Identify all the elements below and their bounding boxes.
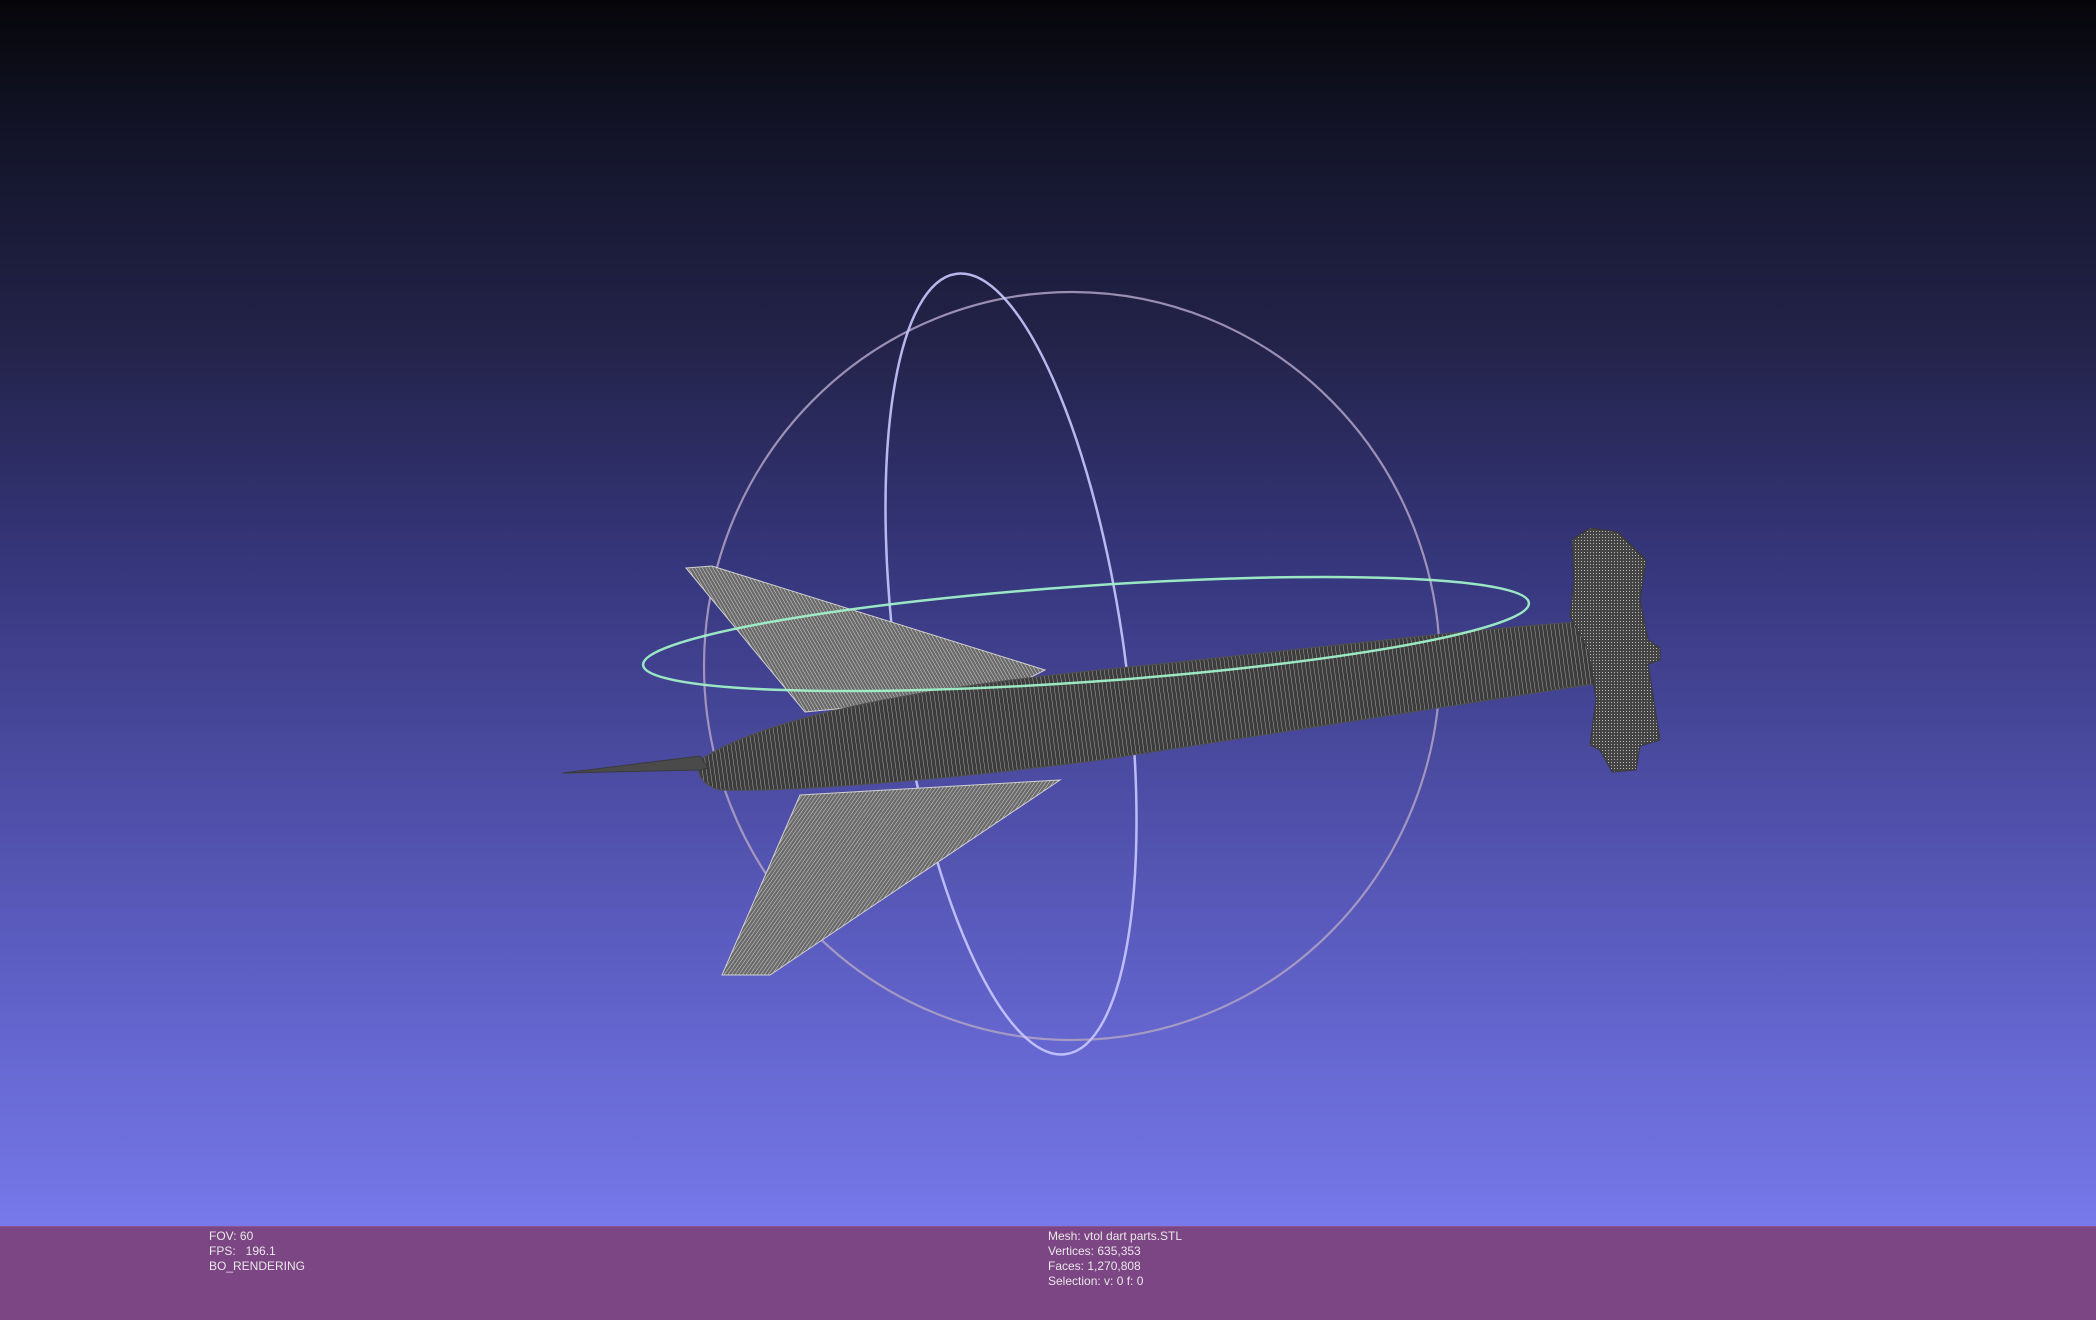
vertices-readout: Vertices: 635,353 (1048, 1244, 1141, 1258)
selection-readout: Selection: v: 0 f: 0 (1048, 1274, 1144, 1288)
nose-probe (562, 755, 709, 774)
mesh-name-readout: Mesh: vtol dart parts.STL (1048, 1229, 1183, 1243)
3d-scene[interactable] (0, 0, 2096, 1226)
fov-readout: FOV: 60 (209, 1229, 254, 1243)
lower-wing (721, 779, 1062, 976)
faces-readout: Faces: 1,270,808 (1048, 1259, 1141, 1273)
3d-viewport[interactable]: FOV: 60 FPS: 196.1 BO_RENDERING Mesh: vt… (0, 0, 2096, 1320)
fps-readout: FPS: 196.1 (209, 1244, 276, 1258)
aircraft-model[interactable] (562, 527, 1661, 976)
render-info-panel: FOV: 60 FPS: 196.1 BO_RENDERING (209, 1229, 305, 1274)
mesh-info-panel: Mesh: vtol dart parts.STL Vertices: 635,… (1048, 1229, 1182, 1289)
render-mode-readout: BO_RENDERING (209, 1259, 306, 1273)
